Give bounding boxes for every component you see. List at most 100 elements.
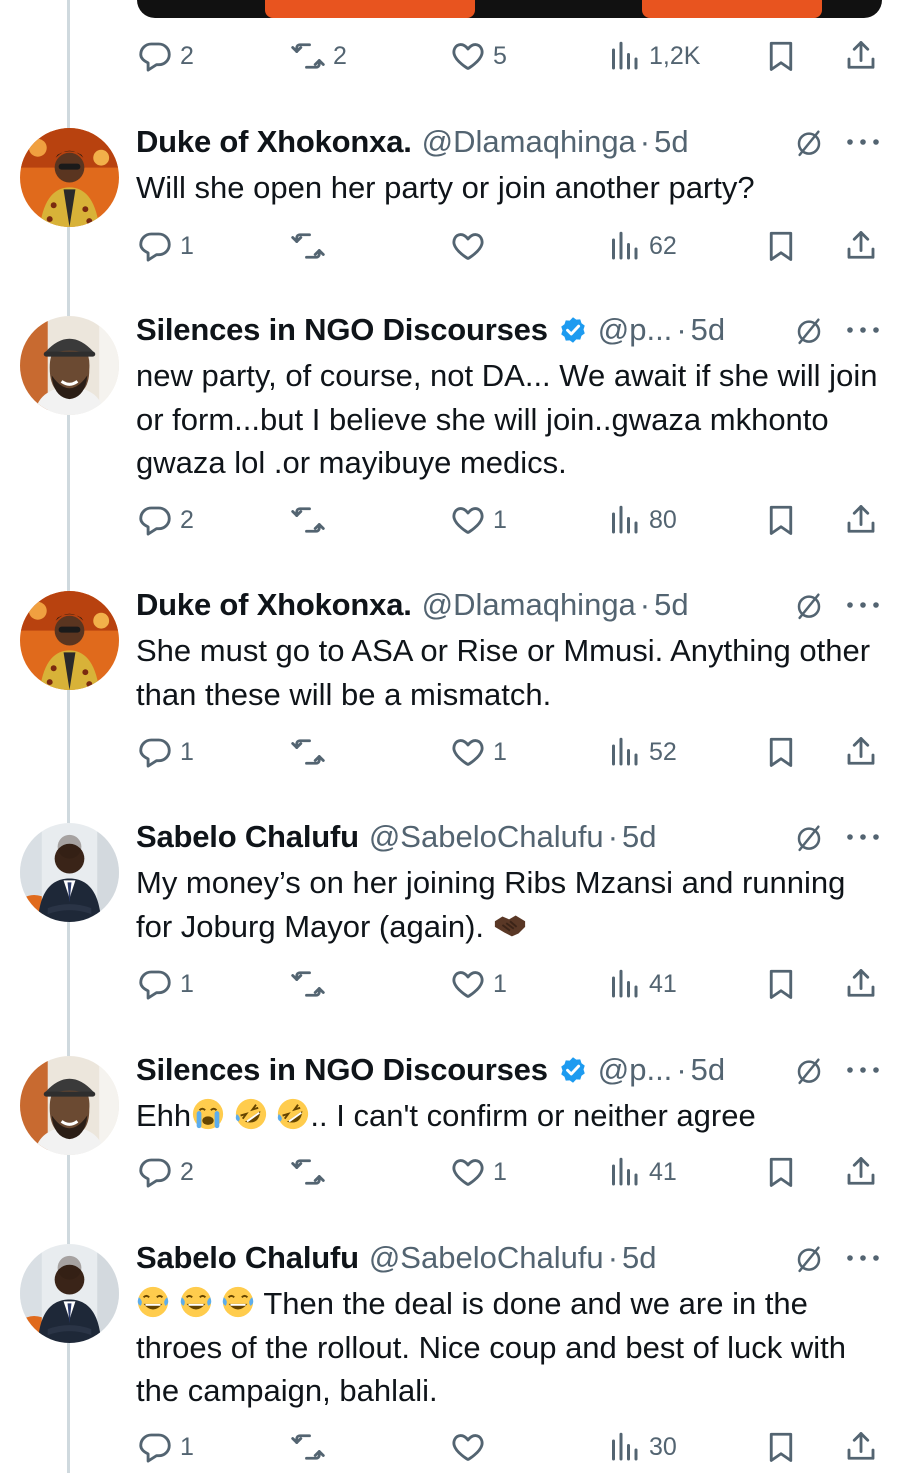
tweet-text: She must go to ASA or Rise or Mmusi. Any… [136,629,881,716]
views-button[interactable]: 41 [606,964,677,1004]
author-name[interactable]: Sabelo Chalufu [136,1240,359,1276]
timestamp[interactable]: 5d [654,124,688,160]
timestamp[interactable]: 5d [691,312,725,348]
share-icon [843,734,879,770]
timestamp[interactable]: 5d [622,1240,656,1276]
reply-count: 1 [180,1432,194,1461]
avatar[interactable] [20,128,119,227]
bookmark-button[interactable] [763,964,799,1004]
more-dots-icon[interactable] [846,326,880,334]
author-name[interactable]: Sabelo Chalufu [136,819,359,855]
share-button[interactable] [843,1152,879,1192]
more-dots-icon[interactable] [846,833,880,841]
bookmark-button[interactable] [763,1152,799,1192]
share-button[interactable] [843,226,879,266]
views-button[interactable]: 52 [606,732,677,772]
views-button[interactable]: 41 [606,1152,677,1192]
more-dots-icon[interactable] [846,601,880,609]
repost-button[interactable] [290,1152,333,1192]
more-dots-icon[interactable] [846,1254,880,1262]
reply-count: 2 [180,505,194,534]
reply-icon [137,1154,173,1190]
author-handle[interactable]: @Dlamaqhinga [422,124,636,160]
share-button[interactable] [843,964,879,1004]
timestamp[interactable]: 5d [654,587,688,623]
views-bar-chart-icon [606,734,642,770]
author-handle[interactable]: @Dlamaqhinga [422,587,636,623]
reply-icon [137,734,173,770]
author-name[interactable]: Silences in NGO Discourses [136,1052,548,1088]
avatar[interactable] [20,316,119,415]
author-handle[interactable]: @p... [598,312,673,348]
author-handle[interactable]: @SabeloChalufu [369,819,604,855]
repost-button[interactable] [290,226,333,266]
bookmark-button[interactable] [763,226,799,266]
media-image-bottom[interactable] [137,0,882,18]
avatar[interactable] [20,1056,119,1155]
views-count: 62 [649,231,677,260]
reply-button[interactable]: 2 [137,1152,194,1192]
reply-count: 2 [180,1157,194,1186]
timestamp[interactable]: 5d [622,819,656,855]
more-dots-icon[interactable] [846,1066,880,1074]
like-button[interactable]: 5 [450,36,507,76]
repost-button[interactable] [290,732,333,772]
grok-slash-icon[interactable] [794,591,824,621]
like-button[interactable] [450,1427,493,1467]
bookmark-button[interactable] [763,732,799,772]
views-button[interactable]: 30 [606,1427,677,1467]
bookmark-button[interactable] [763,500,799,540]
author-name[interactable]: Silences in NGO Discourses [136,312,548,348]
share-button[interactable] [843,36,879,76]
grok-slash-icon[interactable] [794,1244,824,1274]
bookmark-button[interactable] [763,36,799,76]
like-button[interactable]: 1 [450,1152,507,1192]
share-icon [843,38,879,74]
reply-button[interactable]: 1 [137,732,194,772]
repost-button[interactable] [290,964,333,1004]
grok-slash-icon[interactable] [794,1056,824,1086]
views-count: 41 [649,1157,677,1186]
reply-button[interactable]: 1 [137,1427,194,1467]
tweet-text: new party, of course, not DA... We await… [136,354,881,485]
avatar[interactable] [20,1244,119,1343]
author-handle[interactable]: @p... [598,1052,673,1088]
grok-slash-icon[interactable] [794,316,824,346]
author-name[interactable]: Duke of Xhokonxa. [136,587,412,623]
views-button[interactable]: 80 [606,500,677,540]
author-handle[interactable]: @SabeloChalufu [369,1240,604,1276]
more-dots-icon[interactable] [846,138,880,146]
bookmark-button[interactable] [763,1427,799,1467]
tweet-text-content: My money’s on her joining Ribs Mzansi an… [136,865,846,944]
grok-slash-icon[interactable] [794,823,824,853]
share-button[interactable] [843,732,879,772]
like-count: 1 [493,1157,507,1186]
avatar[interactable] [20,591,119,690]
repost-button[interactable] [290,500,333,540]
reply-button[interactable]: 1 [137,226,194,266]
separator-dot: · [607,819,619,854]
views-button[interactable]: 62 [606,226,677,266]
like-count: 1 [493,505,507,534]
repost-button[interactable]: 2 [290,36,347,76]
like-button[interactable]: 1 [450,732,507,772]
repost-button[interactable] [290,1427,333,1467]
views-button[interactable]: 1,2K [606,36,700,76]
author-name[interactable]: Duke of Xhokonxa. [136,124,412,160]
grok-slash-icon[interactable] [794,128,824,158]
tweet-text-prefix: Ehh [136,1098,192,1133]
avatar[interactable] [20,823,119,922]
repost-icon [290,502,326,538]
like-count: 5 [493,41,507,70]
reply-count: 1 [180,969,194,998]
bookmark-icon [763,734,799,770]
like-button[interactable]: 1 [450,964,507,1004]
reply-button[interactable]: 2 [137,500,194,540]
reply-button[interactable]: 2 [137,36,194,76]
like-button[interactable] [450,226,493,266]
share-button[interactable] [843,1427,879,1467]
reply-button[interactable]: 1 [137,964,194,1004]
share-button[interactable] [843,500,879,540]
like-button[interactable]: 1 [450,500,507,540]
timestamp[interactable]: 5d [691,1052,725,1088]
